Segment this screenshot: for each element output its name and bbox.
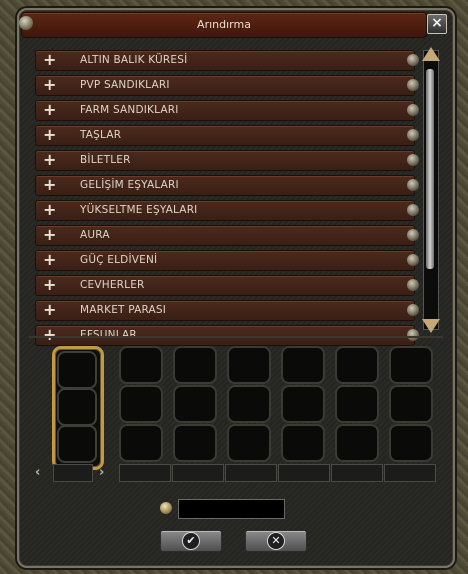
category-label: ALTIN BALIK KÜRESİ: [80, 54, 188, 66]
inventory-slot[interactable]: [227, 385, 271, 423]
expand-plus-icon: +: [43, 150, 57, 169]
scroll-down-arrow-icon[interactable]: [422, 319, 440, 333]
category-label: EFSUNLAR: [80, 329, 137, 341]
scroll-thumb[interactable]: [426, 69, 434, 269]
category-row[interactable]: + PVP SANDIKLARI: [35, 75, 419, 96]
inventory-slot[interactable]: [389, 424, 433, 462]
inventory-slot[interactable]: [119, 346, 163, 384]
name-cell: [331, 464, 383, 482]
row-knob-icon: [407, 79, 419, 91]
title-bar[interactable]: Arındırma: [19, 12, 427, 38]
category-label: CEVHERLER: [80, 279, 145, 291]
category-row[interactable]: + AURA: [35, 225, 419, 246]
list-scrollbar[interactable]: [422, 47, 440, 333]
name-cell: [172, 464, 224, 482]
scroll-up-arrow-icon[interactable]: [422, 47, 440, 61]
refine-window: Arındırma × + ALTIN BALIK KÜRESİ + PVP SAN…: [17, 8, 455, 568]
inventory-slot[interactable]: [335, 424, 379, 462]
category-row[interactable]: + YÜKSELTME EŞYALARI: [35, 200, 419, 221]
inventory-slot[interactable]: [281, 424, 325, 462]
category-label: FARM SANDIKLARI: [80, 104, 179, 116]
item-slot[interactable]: [57, 388, 97, 426]
name-cell: [278, 464, 330, 482]
expand-plus-icon: +: [43, 225, 57, 244]
expand-plus-icon: +: [43, 250, 57, 269]
inventory-slot[interactable]: [389, 385, 433, 423]
inventory-slot[interactable]: [281, 385, 325, 423]
name-cell: [225, 464, 277, 482]
inventory-slot[interactable]: [335, 385, 379, 423]
expand-plus-icon: +: [43, 275, 57, 294]
inventory-slot[interactable]: [173, 346, 217, 384]
row-knob-icon: [407, 129, 419, 141]
row-knob-icon: [407, 329, 419, 341]
expand-plus-icon: +: [43, 125, 57, 144]
expand-plus-icon: +: [43, 200, 57, 219]
close-icon: ×: [431, 15, 443, 31]
row-knob-icon: [407, 279, 419, 291]
coin-icon: [160, 502, 172, 514]
row-knob-icon: [407, 304, 419, 316]
category-label: YÜKSELTME EŞYALARI: [80, 204, 198, 216]
category-row[interactable]: + MARKET PARASI: [35, 300, 419, 321]
category-row[interactable]: + CEVHERLER: [35, 275, 419, 296]
item-slot[interactable]: [57, 425, 97, 463]
inventory-slot[interactable]: [227, 424, 271, 462]
price-field: [178, 499, 285, 519]
window-title: Arındırma: [197, 18, 251, 31]
inventory-slot[interactable]: [389, 346, 433, 384]
category-label: MARKET PARASI: [80, 304, 167, 316]
inventory-slot[interactable]: [227, 346, 271, 384]
expand-plus-icon: +: [43, 50, 57, 69]
item-slot[interactable]: [57, 351, 97, 389]
category-row[interactable]: + GÜÇ ELDİVENİ: [35, 250, 419, 271]
chevron-right-icon: ›: [99, 465, 105, 480]
inventory-slot[interactable]: [119, 424, 163, 462]
category-row[interactable]: + BİLETLER: [35, 150, 419, 171]
category-list: + ALTIN BALIK KÜRESİ + PVP SANDIKLARI + FAR…: [35, 50, 419, 350]
expand-plus-icon: +: [43, 75, 57, 94]
category-label: PVP SANDIKLARI: [80, 79, 170, 91]
category-label: AURA: [80, 229, 110, 241]
category-label: GELİŞİM EŞYALARI: [80, 179, 179, 191]
expand-plus-icon: +: [43, 300, 57, 319]
row-knob-icon: [407, 179, 419, 191]
cancel-button[interactable]: ✕: [245, 530, 307, 552]
category-row[interactable]: + ALTIN BALIK KÜRESİ: [35, 50, 419, 71]
confirm-button[interactable]: ✔: [160, 530, 222, 552]
selected-item-slots: [52, 346, 104, 470]
row-knob-icon: [407, 104, 419, 116]
category-row[interactable]: + TAŞLAR: [35, 125, 419, 146]
inventory-slot[interactable]: [173, 424, 217, 462]
next-page-button[interactable]: ›: [99, 465, 104, 480]
chevron-left-icon: ‹: [35, 465, 41, 480]
page-indicator: [53, 464, 93, 482]
category-row[interactable]: + GELİŞİM EŞYALARI: [35, 175, 419, 196]
section-divider: [29, 336, 443, 338]
category-label: GÜÇ ELDİVENİ: [80, 254, 158, 266]
name-cell: [384, 464, 436, 482]
expand-plus-icon: +: [43, 175, 57, 194]
category-label: BİLETLER: [80, 154, 131, 166]
cancel-x-icon: ✕: [267, 532, 285, 550]
name-cell: [119, 464, 171, 482]
row-knob-icon: [407, 54, 419, 66]
category-row[interactable]: + FARM SANDIKLARI: [35, 100, 419, 121]
row-knob-icon: [407, 229, 419, 241]
prev-page-button[interactable]: ‹: [35, 465, 40, 480]
inventory-slot[interactable]: [335, 346, 379, 384]
expand-plus-icon: +: [43, 325, 57, 344]
close-button[interactable]: ×: [427, 14, 447, 34]
inventory-slot[interactable]: [173, 385, 217, 423]
expand-plus-icon: +: [43, 100, 57, 119]
inventory-slot[interactable]: [281, 346, 325, 384]
check-icon: ✔: [182, 532, 200, 550]
category-label: TAŞLAR: [80, 129, 122, 141]
inventory-slot[interactable]: [119, 385, 163, 423]
row-knob-icon: [407, 154, 419, 166]
row-knob-icon: [407, 254, 419, 266]
row-knob-icon: [407, 204, 419, 216]
